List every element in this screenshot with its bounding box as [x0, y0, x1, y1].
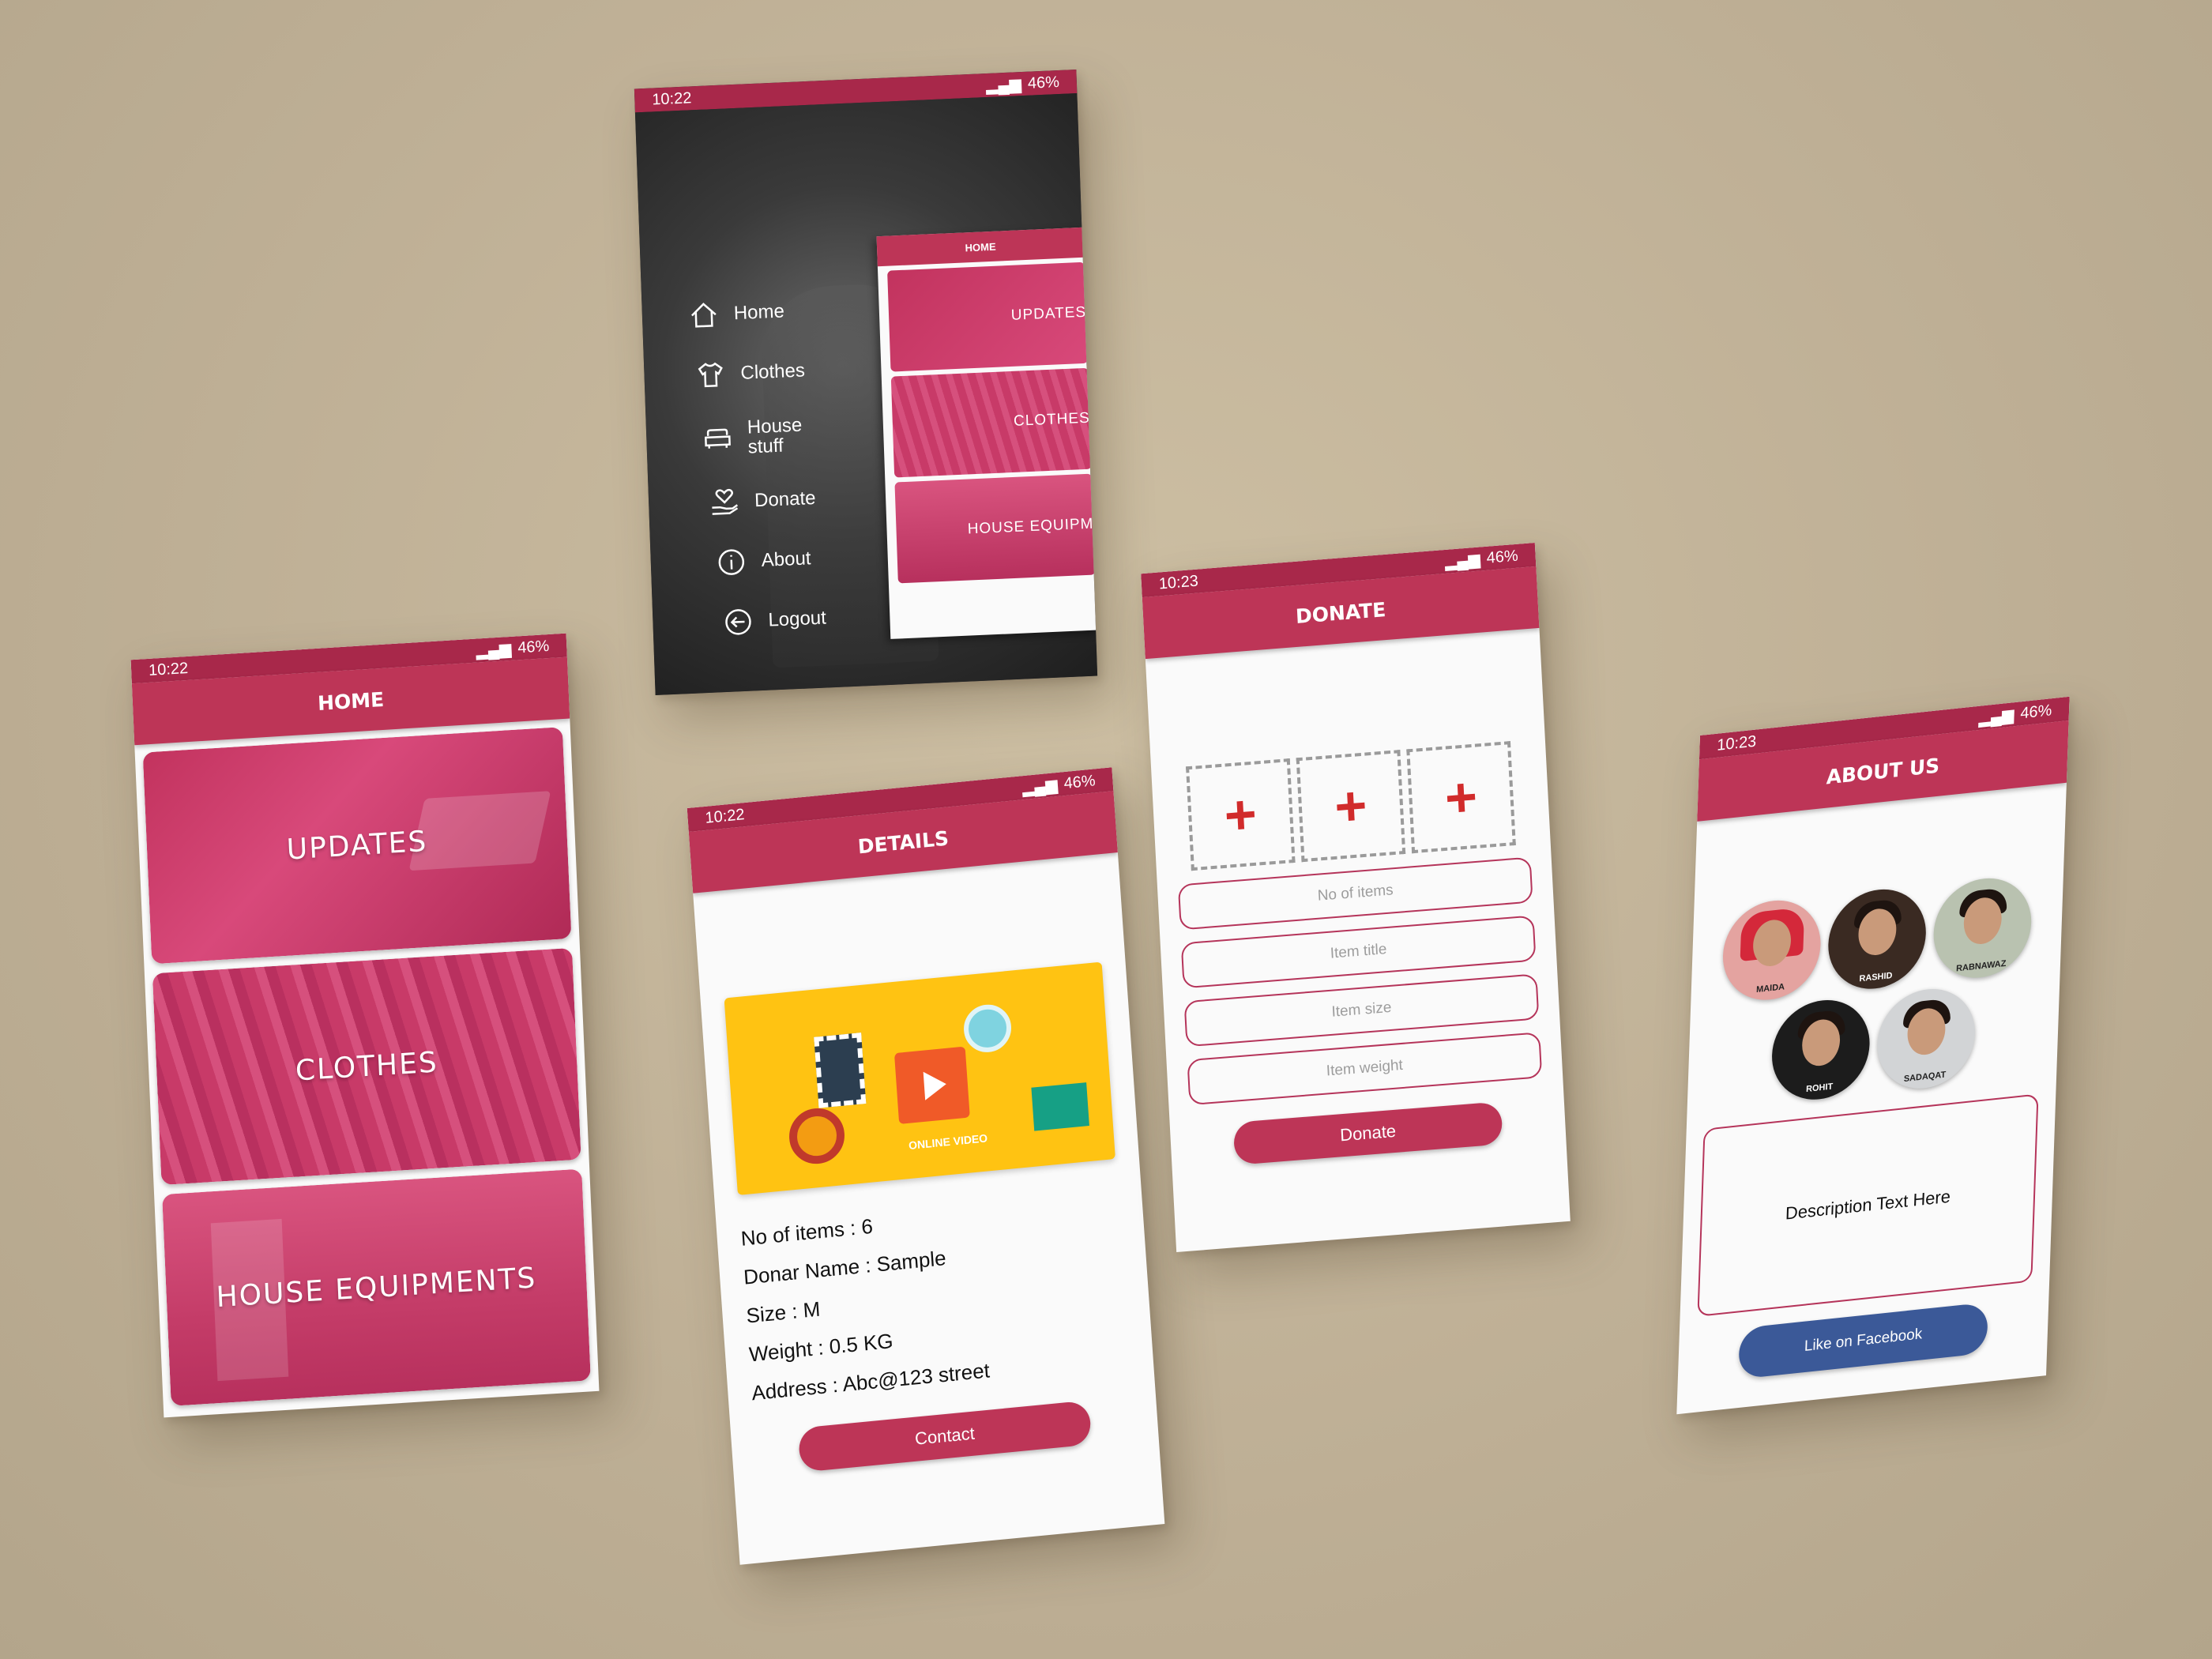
avatar: RABNAWAZ: [1932, 873, 2033, 983]
logout-icon: [722, 606, 754, 639]
drawer-screen: 10:22 ▂▄▆ 46% Home Clothes House stuff Do…: [634, 70, 1098, 695]
item-image: ONLINE VIDEO: [724, 961, 1115, 1195]
drawer-item-clothes[interactable]: Clothes: [694, 355, 818, 392]
heart-hand-icon: [709, 486, 741, 519]
donate-screen: 10:23 ▂▄▆46% DONATE + + + Donate: [1141, 542, 1571, 1253]
preview-card-house: HOUSE EQUIPM: [894, 473, 1096, 584]
signal-icon: ▂▄▆: [1444, 550, 1481, 571]
home-preview-panel[interactable]: HOME UPDATES CLOTHES HOUSE EQUIPM: [876, 227, 1098, 639]
plus-icon: +: [1333, 773, 1369, 838]
add-image-button[interactable]: +: [1406, 741, 1516, 854]
clapperboard-icon: [1031, 1082, 1089, 1131]
avatar-name: MAIDA: [1755, 982, 1785, 995]
drawer-item-label: Clothes: [740, 359, 806, 384]
signal-icon: ▂▄▆: [476, 640, 512, 660]
team-avatars: MAIDA RASHID RABNAWAZ ROHIT SADAQAT: [1687, 871, 2063, 1113]
sofa-icon: [702, 423, 734, 456]
plus-icon: +: [1222, 782, 1258, 847]
drawer-item-about[interactable]: About: [715, 543, 825, 579]
status-time: 10:23: [1158, 572, 1199, 592]
donate-button[interactable]: Donate: [1232, 1101, 1503, 1165]
home-icon: [687, 299, 720, 332]
preview-card-clothes: CLOTHES: [890, 367, 1093, 478]
drawer-item-label: House stuff: [747, 414, 803, 458]
battery-level: 46%: [1486, 547, 1519, 567]
status-time: 10:22: [704, 805, 746, 827]
battery-level: 46%: [1063, 771, 1097, 792]
status-time: 10:22: [148, 659, 189, 679]
preview-card-label: CLOTHES: [1013, 409, 1091, 430]
category-card-updates[interactable]: UPDATES: [142, 727, 572, 965]
home-screen: 10:22 ▂▄▆ 46% HOME UPDATES CLOTHES HOUSE …: [130, 633, 600, 1418]
preview-card-label: HOUSE EQUIPM: [967, 515, 1094, 538]
drawer-item-label: Donate: [754, 487, 816, 512]
avatar-name: RASHID: [1859, 970, 1893, 984]
play-icon: [893, 1046, 970, 1125]
signal-icon: ▂▄▆: [1021, 776, 1059, 797]
drawer-item-logout[interactable]: Logout: [722, 603, 827, 639]
plus-icon: +: [1443, 765, 1479, 830]
shirt-icon: [694, 359, 727, 392]
about-screen: 10:23 ▂▄▆ 46% ABOUT US MAIDA RASHID RABNA…: [1676, 696, 2070, 1415]
drawer-item-donate[interactable]: Donate: [709, 483, 823, 519]
avatar-name: SADAQAT: [1903, 1070, 1947, 1085]
signal-icon: ▂▄▆: [985, 75, 1022, 95]
disc-icon: [962, 1002, 1014, 1055]
category-list: UPDATES CLOTHES HOUSE EQUIPMENTS: [134, 719, 599, 1418]
add-image-button[interactable]: +: [1186, 758, 1296, 871]
donate-form: + + + Donate: [1151, 739, 1566, 1171]
status-time: 10:23: [1716, 732, 1757, 754]
info-icon: [715, 546, 747, 579]
drawer-item-house-stuff[interactable]: House stuff: [702, 415, 821, 460]
avatar: MAIDA: [1721, 895, 1823, 1005]
status-time: 10:22: [651, 88, 692, 108]
signal-icon: ▂▄▆: [1978, 705, 2014, 728]
description-box: Description Text Here: [1697, 1093, 2039, 1317]
details-screen: 10:22 ▂▄▆ 46% DETAILS ONLINE VIDEO No of …: [687, 767, 1165, 1565]
image-caption: ONLINE VIDEO: [908, 1131, 988, 1152]
image-upload-row: + + +: [1172, 740, 1530, 872]
drawer-item-label: About: [761, 547, 811, 572]
item-weight-input[interactable]: [1187, 1032, 1543, 1106]
add-image-button[interactable]: +: [1296, 750, 1406, 863]
avatar: SADAQAT: [1875, 984, 1977, 1093]
avatar: RASHID: [1826, 884, 1928, 994]
item-details: No of items : 6 Donar Name : Sample Size…: [740, 1191, 1130, 1405]
description-text: Description Text Here: [1785, 1186, 1951, 1224]
category-card-house-equipments[interactable]: HOUSE EQUIPMENTS: [162, 1168, 591, 1406]
battery-level: 46%: [1027, 73, 1060, 92]
details-content: ONLINE VIDEO No of items : 6 Donar Name …: [693, 852, 1160, 1501]
battery-level: 46%: [517, 637, 550, 656]
nav-drawer: Home Clothes House stuff Donate About Lo…: [687, 295, 828, 668]
preview-card-updates: UPDATES: [887, 261, 1089, 372]
contact-button[interactable]: Contact: [797, 1400, 1093, 1473]
battery-level: 46%: [2020, 701, 2052, 722]
avatar-name: ROHIT: [1805, 1082, 1834, 1095]
avatar-name: RABNAWAZ: [1955, 958, 2007, 974]
film-reel-icon: [787, 1105, 847, 1167]
drawer-item-home[interactable]: Home: [687, 295, 816, 332]
preview-card-label: UPDATES: [1010, 303, 1087, 324]
category-card-clothes[interactable]: CLOTHES: [152, 947, 581, 1186]
like-on-facebook-button[interactable]: Like on Facebook: [1738, 1302, 1988, 1379]
film-strip-icon: [814, 1033, 867, 1108]
drawer-item-label: Home: [733, 300, 785, 325]
avatar: ROHIT: [1770, 995, 1872, 1104]
drawer-item-label: Logout: [767, 607, 827, 632]
